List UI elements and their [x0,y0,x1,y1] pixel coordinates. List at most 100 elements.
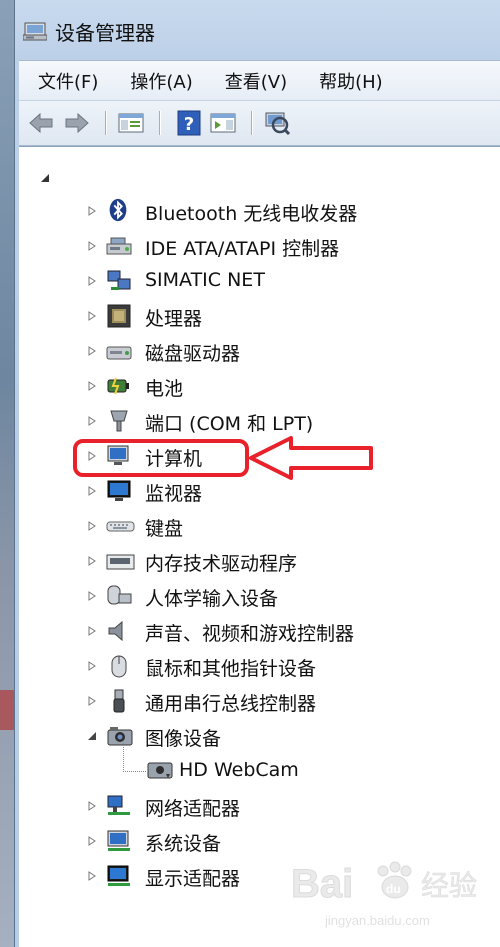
tree-item-label: HD WebCam [179,759,299,781]
toolbar: ? [19,100,500,146]
title-bar[interactable]: 设备管理器 [15,0,500,58]
toolbar-separator [105,111,107,135]
monitor-icon [105,477,133,505]
tree-item-label: 通用串行总线控制器 [145,693,317,715]
window-title: 设备管理器 [55,21,155,45]
tree-category-item[interactable]: 键盘 [19,510,499,542]
system-device-icon [105,827,133,855]
tree-category-item[interactable]: 人体学输入设备 [19,580,499,612]
device-tree: Bluetooth 无线电收发器 IDE ATA/ATAPI 控制器 SIMATIC… [19,146,500,947]
tree-category-item[interactable]: IDE ATA/ATAPI 控制器 [19,230,499,262]
sound-icon [105,617,133,645]
tree-category-item[interactable]: 声音、视频和游戏控制器 [19,615,499,647]
expand-triangle-icon[interactable] [87,591,97,601]
expand-triangle-icon[interactable] [87,661,97,671]
help-icon[interactable]: ? [175,109,203,137]
svg-text:Bai: Bai [291,862,353,906]
keyboard-icon [105,512,135,540]
expand-triangle-icon[interactable] [87,311,97,321]
hid-icon [105,582,133,610]
svg-text:经验: 经验 [421,869,477,902]
desktop-streak [0,690,14,730]
expand-triangle-icon[interactable] [87,626,97,636]
tree-category-item[interactable]: Bluetooth 无线电收发器 [19,195,499,227]
expand-triangle-icon[interactable] [87,871,97,881]
tree-item-label: 磁盘驱动器 [145,343,241,365]
tree-item-label: 电池 [145,378,184,400]
menu-file[interactable]: 文件(F) [25,68,111,94]
menu-view[interactable]: 查看(V) [212,68,300,94]
menu-bar: 文件(F) 操作(A) 查看(V) 帮助(H) [19,60,500,101]
tree-item-label: 图像设备 [145,728,222,750]
bluetooth-icon [105,197,133,225]
svg-text:?: ? [184,114,194,135]
battery-icon [105,372,133,400]
webcam-icon [145,757,173,785]
expand-triangle-icon[interactable] [87,556,97,566]
tree-item-label: 内存技术驱动程序 [145,553,298,575]
tree-child-item[interactable]: HD WebCam [19,743,499,787]
show-hide-action-pane-icon[interactable] [209,109,237,137]
tree-category-item[interactable]: 端口 (COM 和 LPT) [19,405,499,437]
expand-triangle-icon[interactable] [87,276,97,286]
tree-item-label: SIMATIC NET [145,269,265,291]
device-manager-icon [22,20,48,42]
network-device-icon [105,267,133,295]
collapse-icon [41,174,49,182]
tree-category-item[interactable]: SIMATIC NET [19,265,499,297]
tree-category-item[interactable]: 网络适配器 [19,790,499,822]
expand-triangle-icon[interactable] [87,346,97,356]
expand-triangle-icon[interactable] [87,416,97,426]
tree-item-label: 网络适配器 [145,798,241,820]
expand-triangle-icon[interactable] [87,836,97,846]
expand-triangle-icon[interactable] [87,241,97,251]
toolbar-separator [251,111,253,135]
mouse-icon [105,652,133,680]
tree-category-item[interactable]: 内存技术驱动程序 [19,545,499,577]
svg-text:jingyan.baidu.com: jingyan.baidu.com [324,913,430,928]
tree-item-label: 处理器 [145,308,203,330]
expand-triangle-icon[interactable] [87,381,97,391]
expand-triangle-icon[interactable] [87,206,97,216]
device-manager-window: 设备管理器 文件(F) 操作(A) 查看(V) 帮助(H) ? Bluetoot… [14,0,500,947]
tree-item-label: 监视器 [145,483,203,505]
display-adapter-icon [105,862,133,890]
disk-drive-icon [105,337,133,365]
expand-triangle-icon[interactable] [87,486,97,496]
tree-item-label: 键盘 [145,518,184,540]
baidu-watermark: Bai du 经验 jingyan.baidu.com [285,845,500,935]
menu-action[interactable]: 操作(A) [117,68,205,94]
expand-triangle-icon[interactable] [87,801,97,811]
expand-triangle-icon[interactable] [87,521,97,531]
forward-icon[interactable] [63,109,91,137]
tree-item-label: 鼠标和其他指针设备 [145,658,317,680]
tree-category-item[interactable]: 处理器 [19,300,499,332]
tree-item-label: 端口 (COM 和 LPT) [145,413,314,435]
expand-triangle-icon[interactable] [87,696,97,706]
memory-icon [105,547,135,575]
tree-root[interactable] [39,169,51,188]
network-adapter-icon [105,792,133,820]
tree-category-item[interactable]: 电池 [19,370,499,402]
tree-item-label: IDE ATA/ATAPI 控制器 [145,238,340,260]
back-icon[interactable] [27,109,55,137]
tree-category-item[interactable]: 磁盘驱动器 [19,335,499,367]
show-hide-console-tree-icon[interactable] [117,109,145,137]
usb-icon [105,687,133,715]
tree-category-item[interactable]: 图像设备 [19,720,499,752]
tree-item-label: 声音、视频和游戏控制器 [145,623,355,645]
tree-category-item[interactable]: 鼠标和其他指针设备 [19,650,499,682]
collapse-triangle-icon[interactable] [87,731,97,741]
tree-item-label: 显示适配器 [145,868,241,890]
processor-highlight-box [73,439,249,477]
tree-connector-line [123,743,146,772]
menu-help[interactable]: 帮助(H) [306,68,396,94]
ide-controller-icon [105,232,133,260]
toolbar-separator [159,111,161,135]
tree-category-item[interactable]: 通用串行总线控制器 [19,685,499,717]
tree-item-label: Bluetooth 无线电收发器 [145,203,358,225]
scan-hardware-icon[interactable] [263,109,291,137]
svg-text:du: du [386,882,401,896]
pointer-arrow [249,436,373,480]
tree-item-label: 人体学输入设备 [145,588,279,610]
